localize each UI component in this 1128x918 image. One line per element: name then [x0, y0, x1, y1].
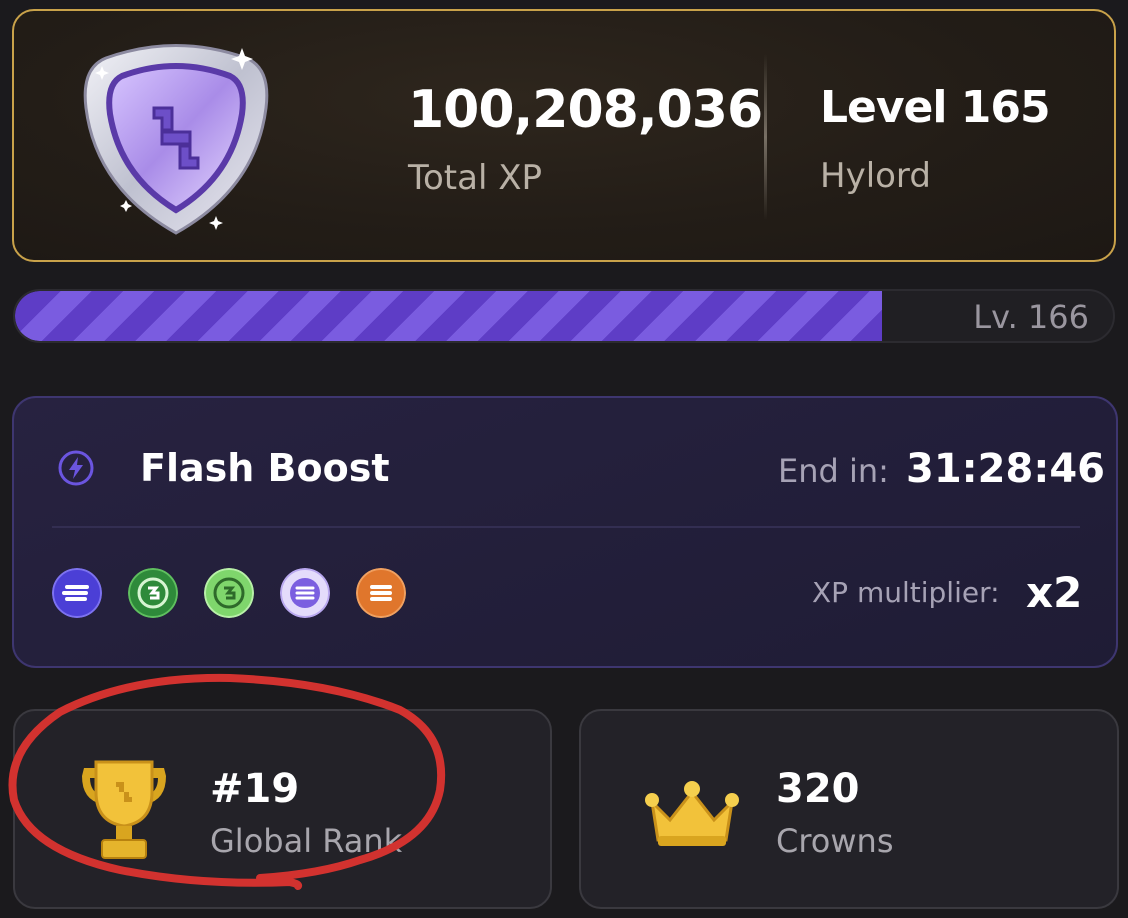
global-rank-label: Global Rank: [210, 822, 403, 860]
level-title: Hylord: [820, 156, 931, 196]
flash-boost-card: [12, 396, 1118, 668]
coin-lightgreen-icon: [204, 568, 254, 618]
shield-badge-icon: [83, 44, 269, 235]
coin-blue-icon: [52, 568, 102, 618]
crowns-label: Crowns: [776, 822, 894, 860]
crowns-value: 320: [776, 766, 860, 812]
trophy-icon: [82, 760, 166, 859]
level-value: Level 165: [820, 82, 1051, 133]
xp-multiplier-label: XP multiplier:: [812, 576, 1000, 609]
level-progress-bar: Lv. 166: [13, 289, 1115, 343]
boost-countdown: 31:28:46: [906, 446, 1105, 492]
crown-icon: [645, 781, 739, 846]
global-rank-value: #19: [210, 766, 300, 812]
next-level-label: Lv. 166: [973, 298, 1089, 336]
flash-boost-title: Flash Boost: [140, 446, 390, 490]
lightning-icon: [58, 450, 94, 486]
coin-orange-icon: [356, 568, 406, 618]
divider: [764, 54, 767, 220]
level-progress-fill: [15, 291, 883, 341]
boost-end-label: End in:: [778, 452, 889, 490]
coin-lavender-icon: [280, 568, 330, 618]
total-xp-label: Total XP: [408, 158, 543, 198]
divider: [52, 526, 1080, 528]
coin-green-icon: [128, 568, 178, 618]
xp-multiplier-value: x2: [1026, 568, 1083, 617]
total-xp-value: 100,208,036: [408, 80, 763, 140]
